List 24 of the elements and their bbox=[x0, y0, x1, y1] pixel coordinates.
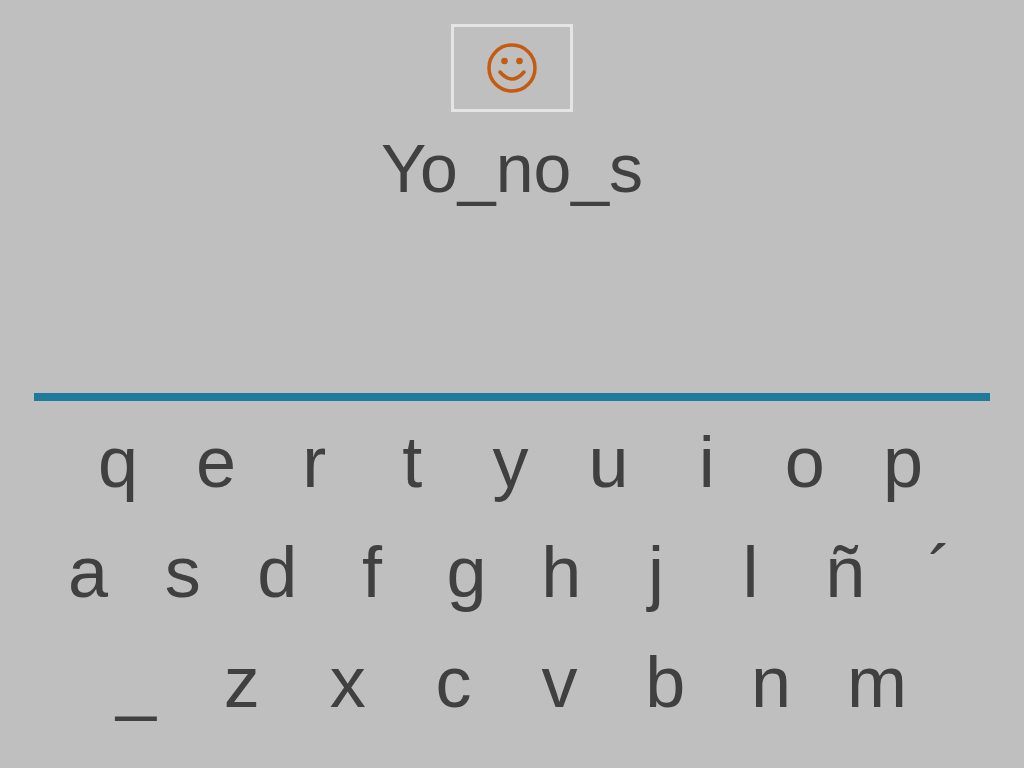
letter-key[interactable]: ´ bbox=[909, 536, 970, 608]
letter-key[interactable]: x bbox=[317, 646, 378, 718]
letter-key[interactable]: l bbox=[720, 536, 781, 608]
letter-key[interactable]: z bbox=[211, 646, 272, 718]
letter-key[interactable]: v bbox=[529, 646, 590, 718]
hint-button[interactable] bbox=[451, 24, 573, 112]
letter-key[interactable]: f bbox=[341, 536, 402, 608]
letter-key[interactable]: m bbox=[846, 646, 907, 718]
letter-key[interactable]: b bbox=[635, 646, 696, 718]
letter-key[interactable]: h bbox=[531, 536, 592, 608]
letter-key[interactable]: ñ bbox=[815, 536, 876, 608]
letter-key[interactable]: s bbox=[152, 536, 213, 608]
puzzle-word: Yo_no_s bbox=[380, 134, 644, 208]
letter-key[interactable]: r bbox=[284, 426, 345, 498]
letter-key[interactable]: u bbox=[578, 426, 639, 498]
letter-key[interactable]: o bbox=[774, 426, 835, 498]
smiley-icon bbox=[486, 42, 538, 94]
letter-key[interactable]: t bbox=[382, 426, 443, 498]
letter-key[interactable]: n bbox=[741, 646, 802, 718]
letter-key[interactable]: c bbox=[423, 646, 484, 718]
letter-key[interactable]: e bbox=[186, 426, 247, 498]
letter-key[interactable]: a bbox=[58, 536, 118, 608]
letter-key[interactable]: i bbox=[676, 426, 737, 498]
letter-key[interactable]: d bbox=[247, 536, 308, 608]
